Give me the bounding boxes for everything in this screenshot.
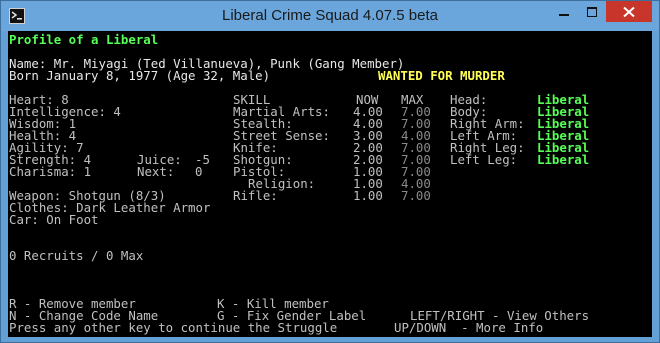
next-value: 0 (195, 164, 203, 179)
minimize-button[interactable] (550, 1, 578, 22)
recruits-line: 0 Recruits / 0 Max (9, 248, 144, 263)
car-line: Car: On Foot (9, 212, 99, 227)
profile-heading: Profile of a Liberal (9, 32, 159, 47)
command-continue[interactable]: Press any other key to continue the Stru… (9, 321, 337, 334)
minimize-icon (559, 13, 569, 16)
skill-max: 7.00 (401, 188, 431, 203)
command-more-info[interactable]: UP/DOWN - More Info (394, 321, 543, 334)
body-part-label: Left Leg: (450, 152, 518, 167)
skill-now: 1.00 (353, 188, 383, 203)
close-button[interactable] (606, 1, 652, 22)
skill-name: Rifle: (233, 188, 278, 203)
born-line: Born January 8, 1977 (Age 32, Male) (9, 68, 271, 83)
title-bar[interactable]: Liberal Crime Squad 4.07.5 beta (1, 1, 659, 31)
close-icon (623, 6, 635, 17)
body-part-status: Liberal (537, 152, 590, 167)
maximize-button[interactable] (578, 1, 606, 22)
console-screen[interactable]: Profile of a Liberal Name: Mr. Miyagi (T… (8, 31, 652, 337)
app-window: Liberal Crime Squad 4.07.5 beta Profile … (0, 0, 660, 343)
wanted-label: WANTED FOR MURDER (378, 68, 505, 83)
next-label: Next: (137, 164, 175, 179)
stat-charisma: Charisma: 1 (9, 164, 92, 179)
maximize-icon (587, 6, 597, 17)
